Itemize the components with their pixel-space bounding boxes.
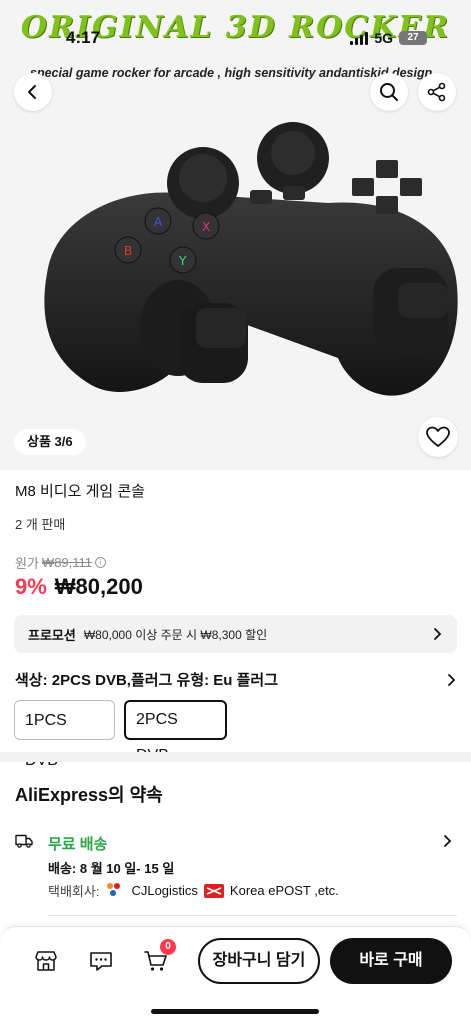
promotion-label: 프로모션	[28, 627, 76, 643]
share-icon	[427, 82, 446, 102]
chat-icon	[90, 952, 112, 971]
svg-text:X: X	[202, 220, 210, 234]
truck-icon	[15, 834, 33, 848]
discount-percent: 9%	[15, 574, 47, 599]
add-to-cart-button[interactable]: 장바구니 담기	[198, 938, 320, 984]
buy-now-button[interactable]: 바로 구매	[330, 938, 452, 984]
banner-subtitle: special game rocker for arcade , high se…	[30, 66, 433, 80]
carrier-cj: CJLogistics	[131, 883, 198, 898]
product-image-gallery[interactable]: ORIGINAL 3D ROCKER special game rocker f…	[0, 0, 471, 470]
gamepad-image: A X B Y	[44, 122, 458, 396]
status-time: 4:17	[66, 28, 101, 47]
chevron-right-icon	[444, 835, 452, 847]
image-counter: 상품 3/6	[14, 429, 86, 455]
status-indicators: 5G 27	[350, 30, 427, 46]
carrier-label: 택배회사:	[48, 884, 100, 899]
svg-text:Y: Y	[178, 254, 187, 268]
chevron-right-icon	[434, 628, 442, 640]
store-button[interactable]	[32, 947, 60, 975]
korea-post-logo-icon	[203, 883, 224, 898]
option-2pcs-dvb[interactable]: 2PCS DVB	[124, 700, 227, 764]
promotion-text: ₩80,000 이상 주문 시 ₩8,300 할인	[83, 627, 268, 642]
product-title: M8 비디오 게임 콘솔	[15, 483, 145, 500]
free-shipping-label: 무료 배송	[48, 836, 108, 853]
original-price-value: ₩89,111	[41, 555, 93, 570]
info-icon[interactable]: i	[95, 557, 107, 568]
promise-title: AliExpress의 약속	[15, 785, 163, 805]
cart-count-badge: 0	[160, 939, 176, 955]
option-summary: 색상: 2PCS DVB,플러그 유형: Eu 플러그	[15, 672, 279, 689]
sale-price: ₩80,200	[54, 574, 143, 599]
search-button[interactable]	[370, 73, 408, 111]
price-row: 9% ₩80,200	[15, 574, 143, 600]
svg-text:A: A	[154, 215, 163, 229]
option-1pcs-dvb[interactable]: 1PCS DVB	[14, 700, 115, 769]
separator-line	[48, 915, 457, 916]
battery-icon: 27	[399, 31, 427, 45]
bottom-action-bar: 0 장바구니 담기 바로 구매	[0, 926, 471, 1024]
heart-icon	[426, 426, 450, 447]
search-icon	[380, 83, 398, 101]
original-price-label: 원가	[15, 556, 39, 571]
chat-button[interactable]	[87, 947, 115, 975]
home-indicator	[151, 1009, 319, 1014]
wishlist-button[interactable]	[418, 417, 458, 457]
share-button[interactable]	[418, 73, 456, 111]
sold-count: 2 개 판매	[15, 517, 66, 532]
delivery-date: 배송: 8 월 10 일- 15 일	[48, 861, 175, 876]
store-icon	[35, 951, 57, 971]
promotion-banner[interactable]: 프로모션 ₩80,000 이상 주문 시 ₩8,300 할인	[14, 615, 457, 653]
network-type: 5G	[374, 30, 393, 46]
section-divider	[0, 752, 471, 762]
chevron-right-icon	[448, 673, 456, 686]
svg-text:B: B	[124, 244, 132, 258]
cj-logo-icon	[105, 882, 125, 899]
carrier-info: 택배회사: CJLogistics Korea ePOST ,etc.	[48, 881, 339, 900]
chevron-left-icon	[28, 85, 36, 99]
signal-icon	[350, 31, 369, 45]
original-price: 원가 ₩89,111 i	[15, 553, 107, 572]
back-button[interactable]	[14, 73, 52, 111]
option-selector[interactable]: 색상: 2PCS DVB,플러그 유형: Eu 플러그	[15, 669, 457, 690]
carrier-korea-post: Korea ePOST ,etc.	[229, 883, 339, 898]
